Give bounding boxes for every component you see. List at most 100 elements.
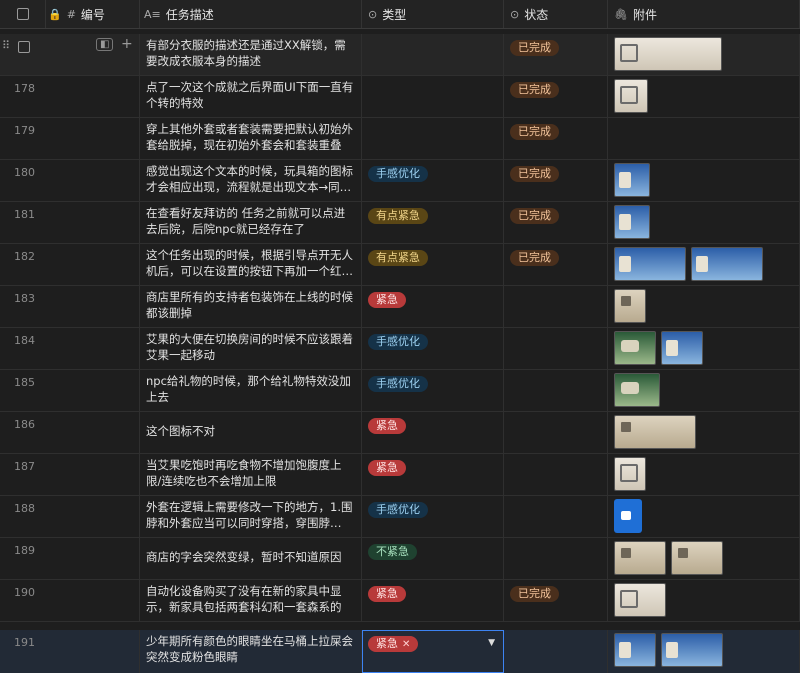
column-header-id[interactable]: 🔒 # 编号 (46, 0, 140, 28)
status-cell[interactable]: 已完成 (504, 34, 608, 75)
table-row[interactable]: 188 外套在逻辑上需要修改一下的地方，1.围脖和外套应当可以同时穿搭，穿围脖…… (0, 496, 800, 538)
attachment-thumbnail[interactable] (614, 457, 646, 491)
attachment-cell[interactable] (608, 160, 800, 201)
desc-cell[interactable]: 自动化设备购买了没有在新的家具中显示，新家具包括两套科幻和一套森系的 (140, 580, 362, 621)
attachment-thumbnail[interactable] (614, 289, 646, 323)
status-cell[interactable] (504, 538, 608, 579)
table-row[interactable]: 184 艾果的大便在切换房间的时候不应该跟着艾果一起移动 手感优化 (0, 328, 800, 370)
status-cell[interactable]: 已完成 (504, 76, 608, 117)
desc-cell[interactable]: 商店的字会突然变绿，暂时不知道原因 (140, 538, 362, 579)
table-row[interactable]: 187 当艾果吃饱时再吃食物不增加饱腹度上限/连续吃也不会增加上限 紧急 (0, 454, 800, 496)
video-file-icon[interactable] (614, 499, 642, 533)
status-cell[interactable]: 已完成 (504, 244, 608, 285)
row-checkbox[interactable] (18, 41, 30, 53)
attachment-cell[interactable] (608, 286, 800, 327)
type-cell[interactable]: 紧急 (362, 412, 504, 453)
column-header-attachment[interactable]: 🖇 附件 (608, 0, 800, 28)
table-row[interactable]: 185 npc给礼物的时候，那个给礼物特效没加上去 手感优化 (0, 370, 800, 412)
desc-cell[interactable]: 少年期所有颜色的眼睛坐在马桶上拉屎会突然变成粉色眼睛 (140, 630, 362, 673)
type-cell[interactable]: 紧急 (362, 580, 504, 621)
attachment-cell[interactable] (608, 34, 800, 75)
attachment-cell[interactable] (608, 328, 800, 369)
status-cell[interactable] (504, 328, 608, 369)
status-cell[interactable]: 已完成 (504, 580, 608, 621)
table-row[interactable]: 183 商店里所有的支持者包装饰在上线的时候都该删掉 紧急 (0, 286, 800, 328)
type-cell[interactable]: 有点紧急 (362, 244, 504, 285)
status-cell[interactable]: 已完成 (504, 160, 608, 201)
attachment-cell[interactable] (608, 454, 800, 495)
add-row-icon[interactable]: + (121, 36, 133, 52)
desc-cell[interactable]: 这个图标不对 (140, 412, 362, 453)
attachment-thumbnail[interactable] (691, 247, 763, 281)
type-cell[interactable]: 手感优化 (362, 370, 504, 411)
table-row[interactable]: 189 商店的字会突然变绿，暂时不知道原因 不紧急 (0, 538, 800, 580)
desc-cell[interactable]: 外套在逻辑上需要修改一下的地方，1.围脖和外套应当可以同时穿搭，穿围脖… (140, 496, 362, 537)
attachment-thumbnail[interactable] (614, 79, 648, 113)
table-row[interactable]: 186 这个图标不对 紧急 (0, 412, 800, 454)
type-cell[interactable]: 手感优化 (362, 496, 504, 537)
desc-cell[interactable]: 这个任务出现的时候，根据引导点开无人机后，可以在设置的按钮下再加一个红箭头 (140, 244, 362, 285)
type-cell[interactable]: 紧急 (362, 286, 504, 327)
attachment-thumbnail[interactable] (614, 163, 650, 197)
attachment-cell[interactable] (608, 538, 800, 579)
chevron-down-icon[interactable]: ▼ (488, 638, 495, 648)
expand-record-icon[interactable]: ◧ (96, 38, 114, 51)
desc-cell[interactable]: 在查看好友拜访的 任务之前就可以点进去后院，后院npc就已经存在了 (140, 202, 362, 243)
attachment-thumbnail[interactable] (671, 541, 723, 575)
attachment-cell[interactable] (608, 412, 800, 453)
type-select-cell[interactable]: 紧急 ✕ ▼ (362, 630, 504, 673)
attachment-cell[interactable] (608, 244, 800, 285)
table-row[interactable]: 180 感觉出现这个文本的时候，玩具箱的图标才会相应出现，流程就是出现文本→同时… (0, 160, 800, 202)
status-cell[interactable] (504, 412, 608, 453)
desc-cell[interactable]: 艾果的大便在切换房间的时候不应该跟着艾果一起移动 (140, 328, 362, 369)
attachment-cell[interactable] (608, 202, 800, 243)
attachment-thumbnail[interactable] (614, 415, 696, 449)
column-header-status[interactable]: ⊙ 状态 (504, 0, 608, 28)
attachment-thumbnail[interactable] (614, 205, 650, 239)
status-cell[interactable] (504, 454, 608, 495)
attachment-thumbnail[interactable] (614, 583, 666, 617)
desc-cell[interactable]: 感觉出现这个文本的时候，玩具箱的图标才会相应出现，流程就是出现文本→同时在… (140, 160, 362, 201)
attachment-thumbnail[interactable] (614, 633, 656, 667)
table-row[interactable]: 178 点了一次这个成就之后界面UI下面一直有个转的特效 已完成 (0, 76, 800, 118)
drag-handle-icon[interactable]: ⠿ (2, 39, 10, 52)
desc-cell[interactable]: npc给礼物的时候，那个给礼物特效没加上去 (140, 370, 362, 411)
type-cell[interactable]: 有点紧急 (362, 202, 504, 243)
attachment-thumbnail[interactable] (661, 633, 723, 667)
table-row[interactable]: 182 这个任务出现的时候，根据引导点开无人机后，可以在设置的按钮下再加一个红箭… (0, 244, 800, 286)
type-cell[interactable]: 手感优化 (362, 328, 504, 369)
status-cell[interactable]: 已完成 (504, 118, 608, 159)
attachment-cell[interactable] (608, 118, 800, 159)
attachment-thumbnail[interactable] (614, 373, 660, 407)
attachment-thumbnail[interactable] (614, 541, 666, 575)
type-cell[interactable] (362, 118, 504, 159)
desc-cell[interactable]: 当艾果吃饱时再吃食物不增加饱腹度上限/连续吃也不会增加上限 (140, 454, 362, 495)
desc-cell[interactable]: 有部分衣服的描述还是通过XX解锁，需要改成衣服本身的描述 (140, 34, 362, 75)
table-row[interactable]: 190 自动化设备购买了没有在新的家具中显示，新家具包括两套科幻和一套森系的 紧… (0, 580, 800, 622)
table-row[interactable]: 181 在查看好友拜访的 任务之前就可以点进去后院，后院npc就已经存在了 有点… (0, 202, 800, 244)
status-cell[interactable] (504, 630, 608, 673)
column-header-type[interactable]: ⊙ 类型 (362, 0, 504, 28)
desc-cell[interactable]: 穿上其他外套或者套装需要把默认初始外套给脱掉，现在初始外套会和套装重叠 (140, 118, 362, 159)
desc-cell[interactable]: 商店里所有的支持者包装饰在上线的时候都该删掉 (140, 286, 362, 327)
type-cell[interactable]: 紧急 (362, 454, 504, 495)
remove-tag-icon[interactable]: ✕ (402, 639, 410, 650)
type-cell[interactable] (362, 34, 504, 75)
table-row[interactable]: ⠿ ◧ + 有部分衣服的描述还是通过XX解锁，需要改成衣服本身的描述 已完成 (0, 34, 800, 76)
select-all-checkbox[interactable] (16, 8, 29, 20)
attachment-cell[interactable] (608, 496, 800, 537)
column-header-desc[interactable]: A≡ 任务描述 (140, 0, 362, 28)
desc-cell[interactable]: 点了一次这个成就之后界面UI下面一直有个转的特效 (140, 76, 362, 117)
attachment-thumbnail[interactable] (614, 247, 686, 281)
type-cell[interactable]: 手感优化 (362, 160, 504, 201)
type-cell[interactable]: 不紧急 (362, 538, 504, 579)
select-all-cell[interactable] (0, 0, 46, 28)
attachment-cell[interactable] (608, 370, 800, 411)
attachment-thumbnail[interactable] (614, 37, 722, 71)
attachment-cell[interactable] (608, 580, 800, 621)
status-cell[interactable] (504, 496, 608, 537)
status-cell[interactable] (504, 286, 608, 327)
status-cell[interactable] (504, 370, 608, 411)
attachment-cell[interactable] (608, 630, 800, 673)
attachment-thumbnail[interactable] (661, 331, 703, 365)
